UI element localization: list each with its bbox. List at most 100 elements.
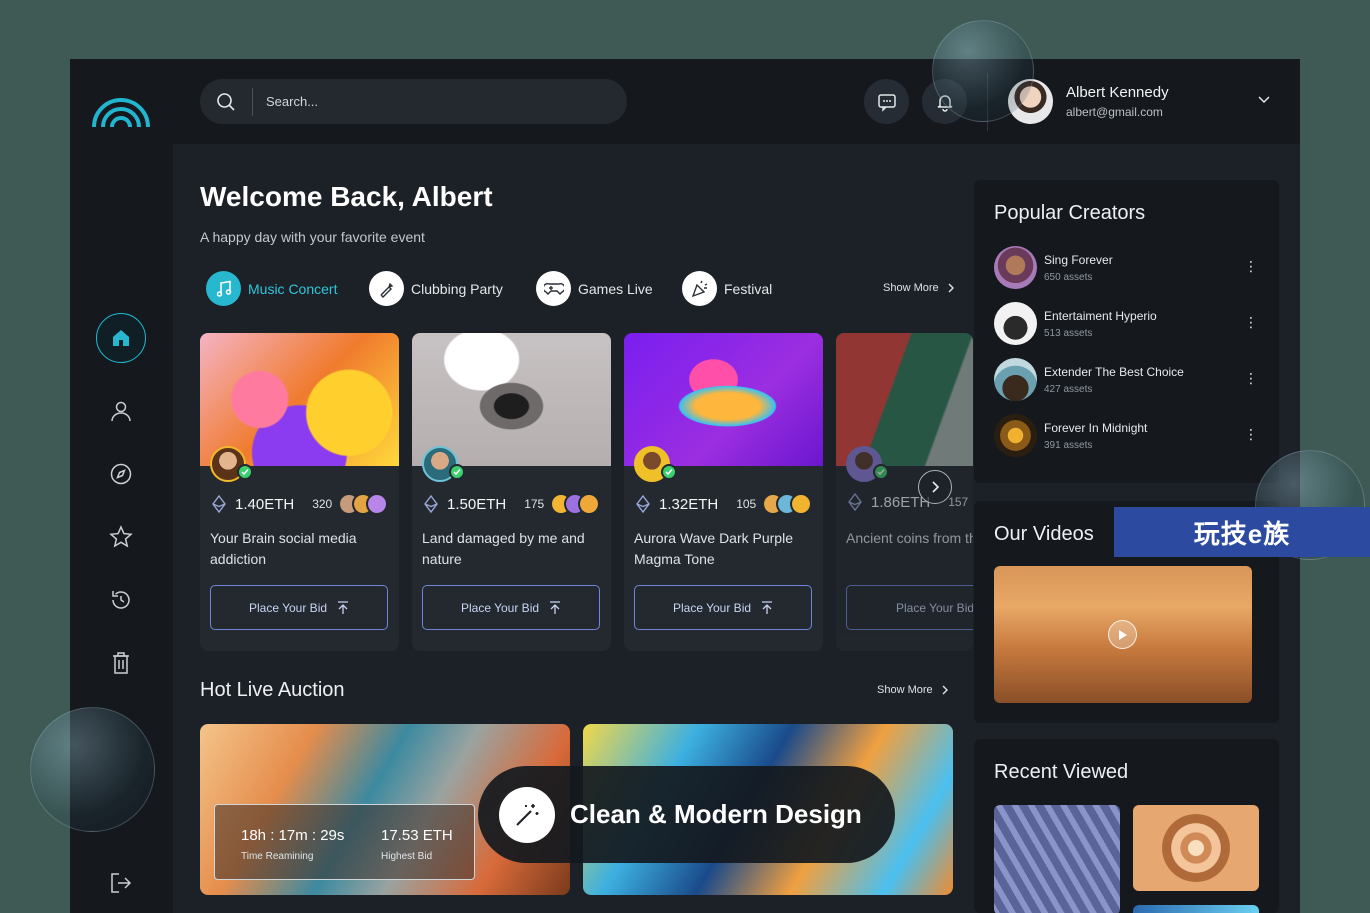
user-name: Albert Kennedy [1066, 84, 1169, 101]
video-thumbnail[interactable] [994, 566, 1252, 703]
bid-count: 157 [948, 495, 969, 509]
bid-count: 105 [736, 497, 757, 511]
avatar [994, 358, 1037, 401]
notifications-button[interactable] [922, 79, 967, 124]
verified-check-icon [661, 464, 677, 480]
verified-check-icon [873, 464, 889, 480]
nav-favorites[interactable] [96, 512, 146, 562]
creator-item[interactable]: Entertaiment Hyperio 513 assets [994, 302, 1157, 345]
bid-count: 175 [524, 497, 545, 511]
category-festival[interactable]: Festival [682, 271, 772, 306]
chevron-right-icon [942, 685, 948, 695]
auction-timer-box: 18h : 17m : 29s Time Reamining 17.53 ETH… [214, 804, 475, 880]
avatar [994, 414, 1037, 457]
show-more-auctions[interactable]: Show More [877, 684, 949, 696]
user-email: albert@gmail.com [1066, 105, 1163, 119]
card-title: Land damaged by me and nature [422, 530, 585, 567]
arrow-up-icon [762, 600, 773, 614]
category-clubbing-party[interactable]: Clubbing Party [369, 271, 503, 306]
category-label: Music Concert [248, 280, 338, 297]
creator-name: Forever In Midnight [1044, 420, 1148, 435]
place-bid-button[interactable]: Place Your Bid [634, 585, 812, 630]
nav-explore[interactable] [96, 449, 146, 499]
trash-icon [113, 652, 129, 674]
ethereum-icon [424, 495, 438, 513]
nav-logout[interactable] [96, 858, 146, 908]
creator-assets: 650 assets [1044, 271, 1093, 283]
banner-text: Clean & Modern Design [570, 799, 862, 829]
popular-creators-panel: Popular Creators Sing Forever 650 assets… [974, 180, 1279, 483]
chevron-right-icon [932, 481, 940, 493]
recent-thumbnail[interactable] [994, 805, 1120, 913]
card-price: 1.40ETH [235, 495, 295, 513]
card-title: Aurora Wave Dark Purple Magma Tone [634, 530, 793, 567]
page-title: Welcome Back, Albert [200, 181, 493, 212]
search-bar[interactable] [200, 79, 627, 124]
recent-thumbnail[interactable] [1133, 905, 1259, 913]
nav-home[interactable] [96, 313, 146, 363]
play-icon[interactable] [1108, 620, 1137, 649]
card-price-row: 1.32ETH 105 [636, 493, 813, 515]
category-label: Games Live [578, 280, 653, 297]
avatar [994, 302, 1037, 345]
creator-assets: 427 assets [1044, 383, 1093, 395]
creator-item[interactable]: Sing Forever 650 assets [994, 246, 1113, 289]
creator-assets: 513 assets [1044, 327, 1093, 339]
panel-title: Popular Creators [994, 202, 1146, 224]
category-music-concert[interactable]: Music Concert [206, 271, 337, 306]
auction-card[interactable]: 1.40ETH 320 Your Brain social media addi… [200, 333, 399, 651]
category-games-live[interactable]: Games Live [536, 271, 653, 306]
more-options-icon[interactable]: ⋮ [1244, 258, 1258, 275]
logo-icon [92, 98, 150, 128]
bid-label: Place Your Bid [248, 600, 328, 615]
chevron-down-icon[interactable] [1257, 95, 1271, 105]
user-profile[interactable]: Albert Kennedy albert@gmail.com [1008, 79, 1169, 124]
party-popper-icon [682, 271, 717, 306]
page-subtitle: A happy day with your favorite event [200, 229, 425, 245]
panel-title: Recent Viewed [994, 761, 1129, 783]
avatar[interactable] [1008, 79, 1053, 124]
header-divider [987, 73, 988, 131]
magic-wand-icon [499, 786, 555, 843]
place-bid-button[interactable]: Place Your Bid [210, 585, 388, 630]
home-icon [113, 330, 129, 346]
more-options-icon[interactable]: ⋮ [1244, 370, 1258, 387]
creator-assets: 391 assets [1044, 439, 1093, 451]
nav-trash[interactable] [96, 638, 146, 688]
creator-item[interactable]: Forever In Midnight 391 assets [994, 414, 1147, 457]
show-more-label: Show More [883, 282, 939, 294]
bidder-avatars [338, 493, 389, 515]
history-icon [112, 591, 130, 609]
place-bid-button[interactable]: Place Your Bid [422, 585, 600, 630]
nav-history[interactable] [96, 575, 146, 625]
category-label: Clubbing Party [411, 280, 503, 297]
search-icon[interactable] [200, 92, 252, 112]
bid-label: Place Your Bid [672, 600, 752, 615]
show-more-categories[interactable]: Show More [883, 282, 955, 294]
recent-thumbnail[interactable] [1133, 805, 1259, 891]
card-price-row: 1.40ETH 320 [212, 493, 389, 515]
creator-name: Entertaiment Hyperio [1044, 308, 1157, 323]
nav-profile[interactable] [96, 386, 146, 436]
more-options-icon[interactable]: ⋮ [1244, 314, 1258, 331]
card-price-row: 1.86ETH 157 [848, 493, 968, 511]
card-title: Ancient coins from the past [846, 530, 973, 546]
card-image [836, 333, 973, 466]
logout-icon [111, 873, 132, 893]
more-options-icon[interactable]: ⋮ [1244, 426, 1258, 443]
auction-card[interactable]: 1.32ETH 105 Aurora Wave Dark Purple Magm… [624, 333, 823, 651]
watermark-text: 玩技e族 [1193, 518, 1291, 549]
chat-icon [877, 93, 896, 112]
card-price: 1.32ETH [659, 495, 719, 513]
carousel-next-button[interactable] [918, 470, 952, 504]
creator-item[interactable]: Extender The Best Choice 427 assets [994, 358, 1184, 401]
bid-label: Place Your Bid [895, 600, 973, 615]
auction-card[interactable]: 1.86ETH 157 Ancient coins from the past … [836, 333, 973, 651]
recent-viewed-panel: Recent Viewed [974, 739, 1279, 913]
auction-card[interactable]: 1.50ETH 175 Land damaged by me and natur… [412, 333, 611, 651]
messages-button[interactable] [864, 79, 909, 124]
card-price-row: 1.50ETH 175 [424, 493, 601, 515]
bell-icon [937, 94, 952, 112]
place-bid-button[interactable]: Place Your Bid [846, 585, 973, 630]
search-input[interactable] [253, 94, 593, 109]
